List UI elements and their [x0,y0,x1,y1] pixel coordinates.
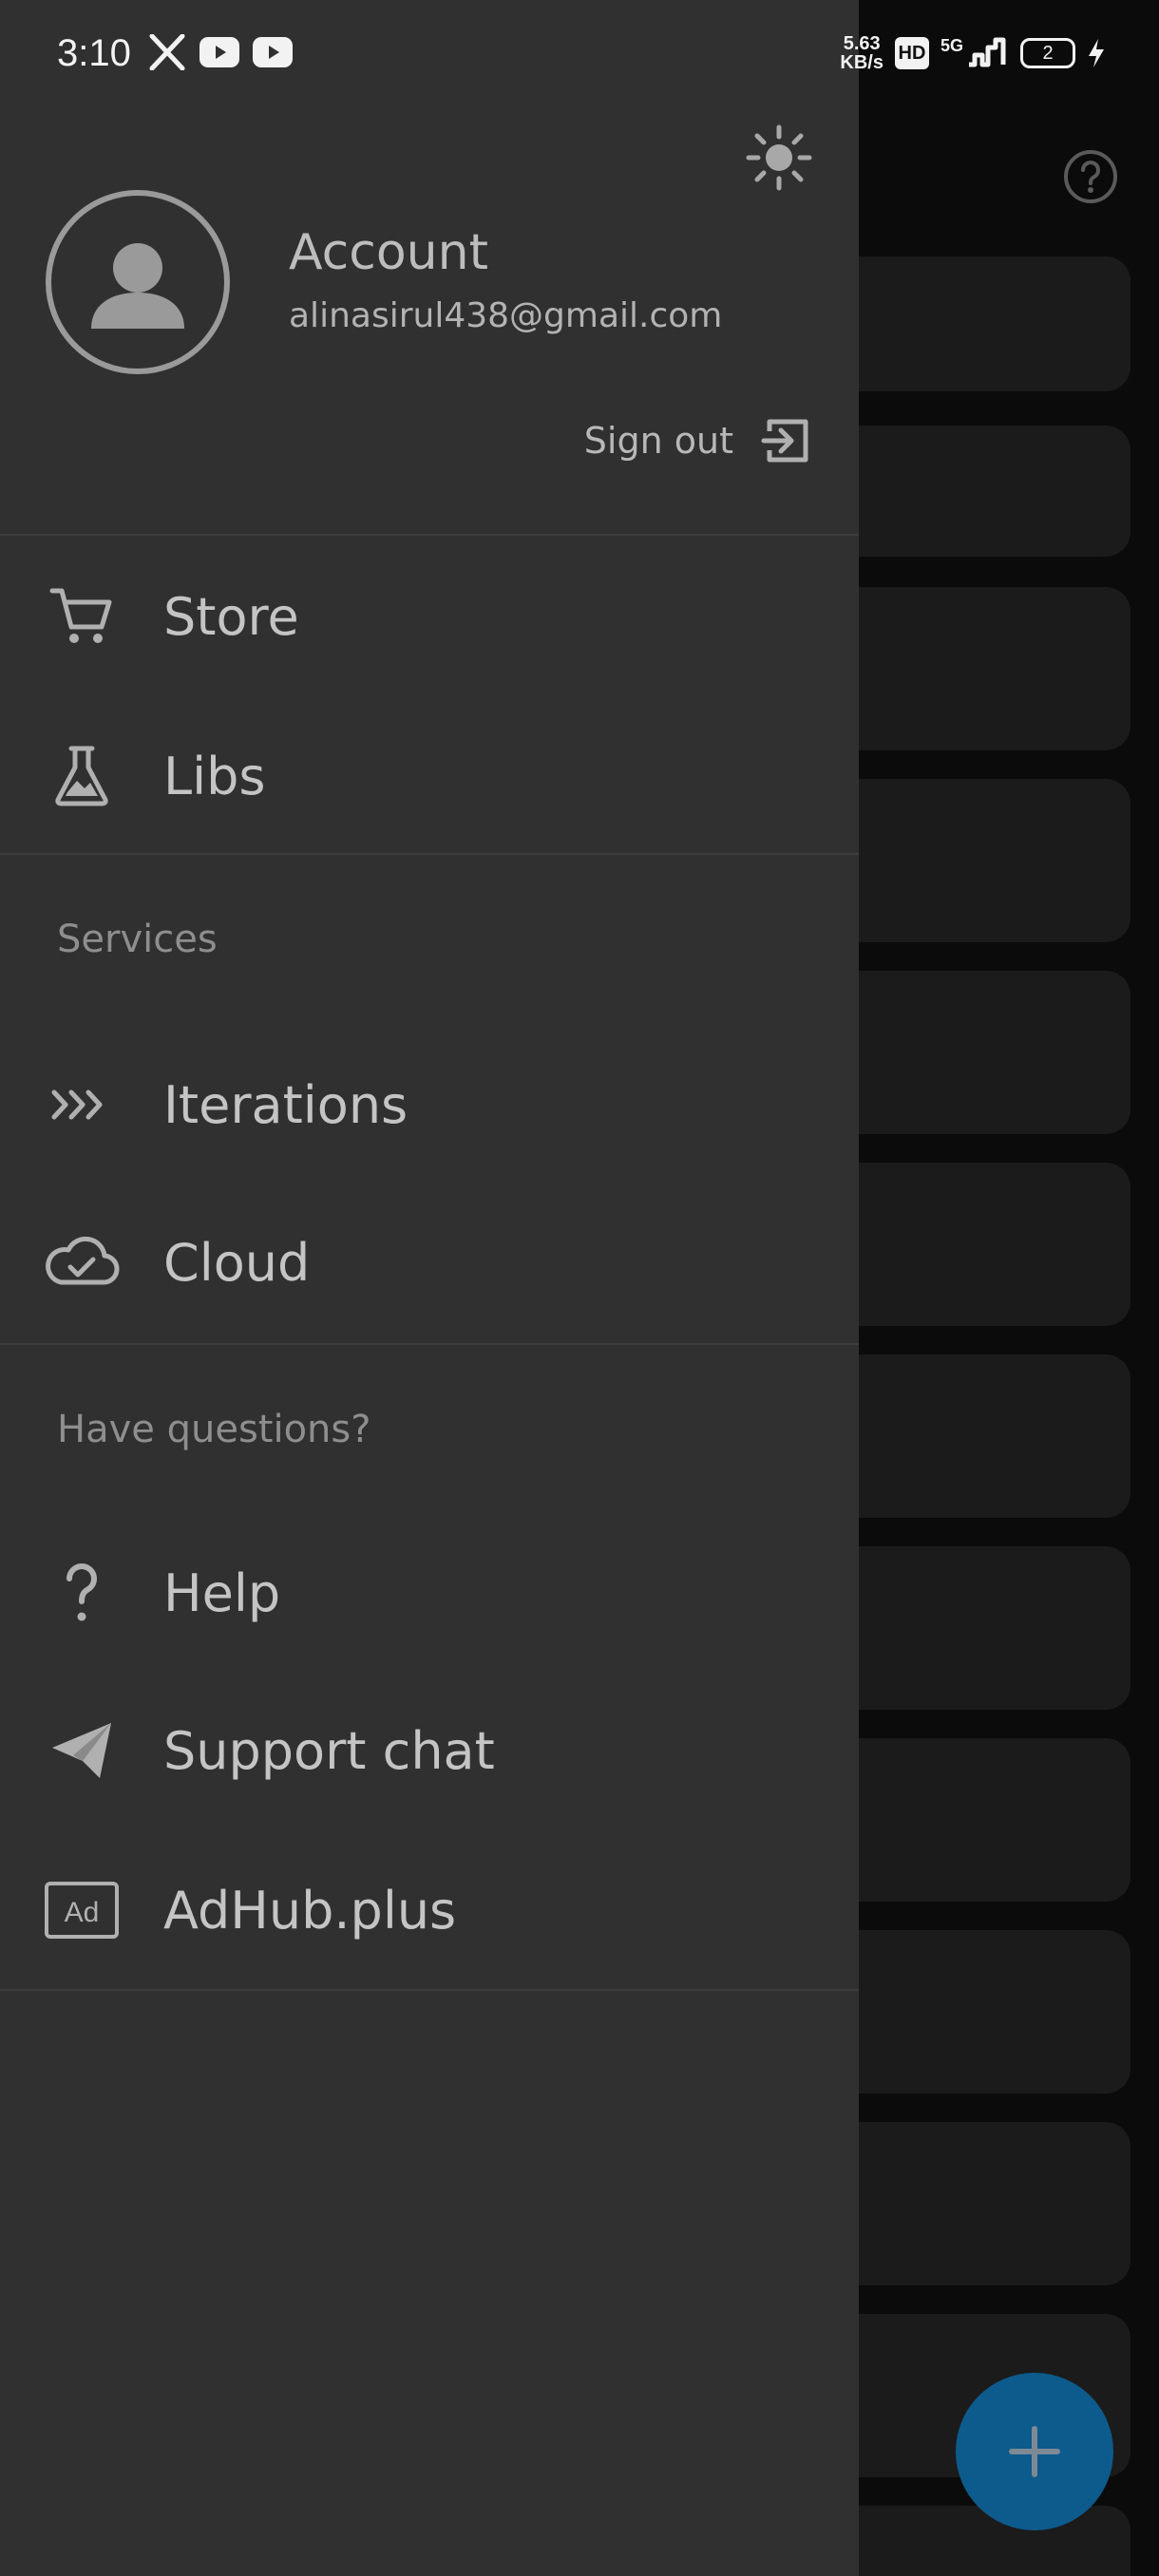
sign-out-button[interactable]: Sign out [584,414,813,467]
menu-item-libs[interactable]: Libs [0,705,859,847]
menu-item-label: Libs [163,746,266,806]
ad-icon: Ad [45,1882,119,1939]
network-type: 5G [940,36,963,55]
menu-item-label: Help [163,1563,281,1623]
menu-item-support-chat[interactable]: Support chat [0,1679,859,1822]
section-header-questions: Have questions? [57,1408,371,1451]
send-icon [52,1723,111,1778]
plus-icon [1009,2426,1060,2477]
divider [0,853,859,855]
screen: Account alinasirul438@gmail.com Sign out… [0,0,1159,2576]
menu-item-store[interactable]: Store [0,545,859,688]
battery-indicator: 2 [1020,38,1075,68]
charging-icon [1089,39,1104,67]
battery-level: 2 [1042,42,1054,64]
signal-icon [969,37,1006,67]
menu-item-iterations[interactable]: Iterations [0,1033,859,1176]
divider [0,534,859,536]
menu-item-label: Iterations [163,1074,408,1135]
svg-text:Ad: Ad [65,1897,100,1928]
divider [0,1343,859,1345]
cloud-check-icon [46,1236,120,1285]
system-status-icons: 5.63 KB/s HD 5G 2 [840,34,1106,72]
network-speed-value: 5.63 [843,33,881,54]
section-header-services: Services [57,918,218,961]
add-button[interactable] [956,2373,1113,2530]
flask-icon [55,746,108,806]
youtube-icon [253,37,293,67]
person-icon [91,243,184,329]
sun-icon[interactable] [745,123,813,192]
avatar[interactable] [46,190,230,374]
status-bar: 3:10 5.63 KB/s HD 5G 2 [0,0,1159,114]
menu-item-cloud[interactable]: Cloud [0,1191,859,1334]
menu-item-help[interactable]: Help [0,1522,859,1664]
account-name: Account [289,224,488,281]
account-email: alinasirul438@gmail.com [289,296,723,335]
menu-item-label: Store [163,586,299,647]
network-speed: 5.63 KB/s [840,34,884,72]
sign-out-icon [761,419,808,463]
navigation-drawer: Account alinasirul438@gmail.com Sign out… [0,0,859,2576]
menu-item-label: Support chat [163,1720,495,1781]
menu-item-label: AdHub.plus [163,1880,457,1941]
network-speed-unit: KB/s [840,52,884,73]
question-icon [66,1563,97,1621]
chevrons-icon [51,1089,103,1120]
youtube-icon [200,37,239,67]
signal-indicator: 5G [940,36,1009,70]
x-icon [149,34,185,70]
cart-icon [49,588,112,643]
divider [0,1989,859,1991]
menu-item-adhub[interactable]: Ad AdHub.plus [0,1839,859,1981]
sign-out-label: Sign out [583,420,733,462]
hd-badge: HD [894,37,929,69]
menu-item-label: Cloud [163,1232,311,1293]
help-circle-icon[interactable] [1062,148,1119,205]
status-time: 3:10 [57,32,131,74]
notification-icons [148,34,293,70]
